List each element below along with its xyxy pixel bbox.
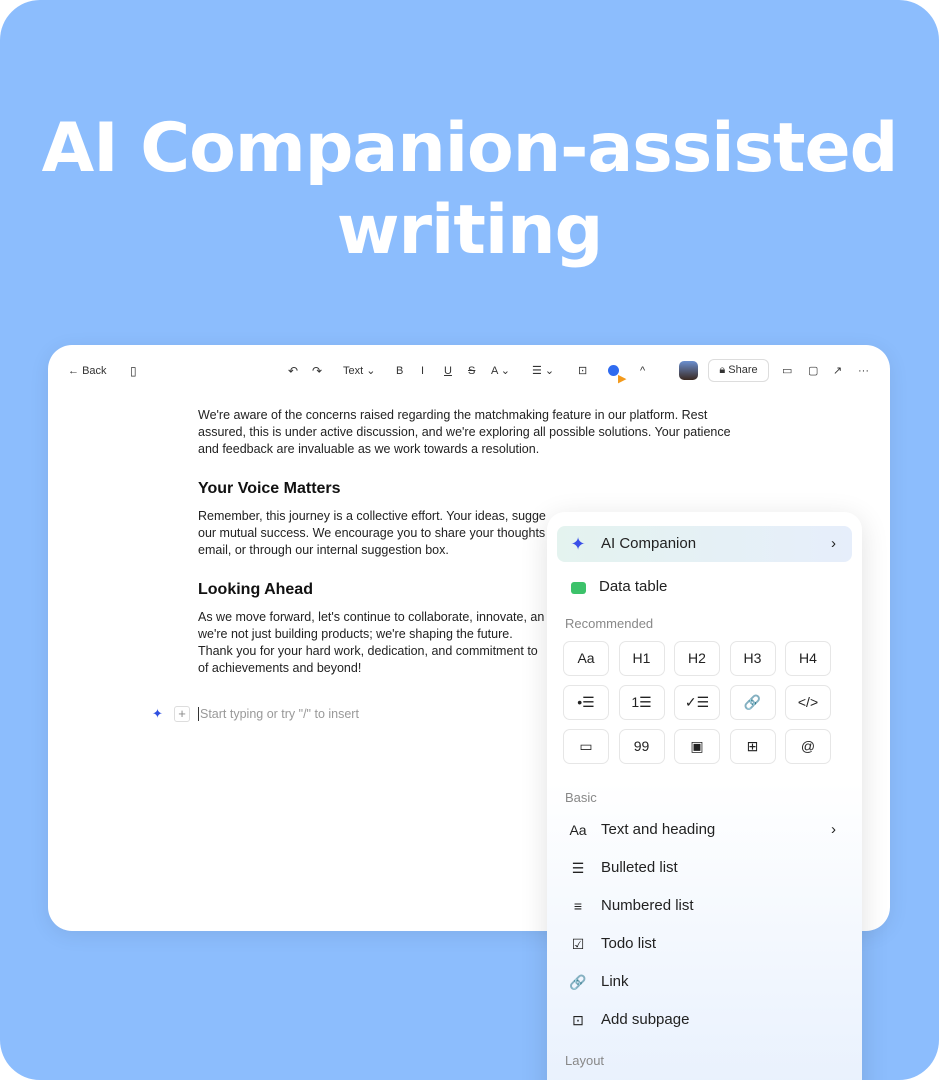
heading: Your Voice Matters	[198, 480, 341, 497]
align-icon[interactable]: ☰ ⌄	[532, 364, 554, 378]
title-line: writing	[336, 191, 604, 270]
sparkle-icon: ✦	[570, 534, 586, 554]
grid-item[interactable]: ▭	[563, 729, 609, 764]
grid-item[interactable]: H1	[618, 641, 665, 676]
chevron-right-icon: ›	[831, 535, 836, 552]
text-style-dropdown[interactable]: Text ⌄	[343, 364, 375, 378]
menu-item-basic[interactable]: ☰ Bulleted list	[557, 850, 852, 886]
menu-label: Numbered list	[601, 897, 694, 914]
menu-label: Data table	[599, 578, 668, 595]
data-table-icon	[567, 569, 589, 605]
item-icon: 🔗	[569, 974, 587, 990]
item-icon: ☑	[571, 936, 585, 952]
editor-placeholder[interactable]: Start typing or try "/" to insert	[198, 707, 359, 721]
menu-label: Bulleted list	[601, 859, 678, 876]
font-color-icon[interactable]: A ⌄	[491, 364, 510, 378]
menu-label: Text and heading	[601, 821, 716, 838]
grid-item[interactable]: H4	[785, 641, 831, 676]
ai-sparkle-icon[interactable]: ✦	[152, 706, 163, 722]
avatar[interactable]	[679, 361, 698, 380]
open-external-icon[interactable]: ↗	[833, 364, 842, 378]
grid-item[interactable]: </>	[785, 685, 831, 720]
grid-item[interactable]: @	[785, 729, 831, 764]
grid-item[interactable]: 1☰	[618, 685, 665, 720]
item-icon: Aa	[569, 822, 587, 838]
underline-icon[interactable]: U	[444, 364, 452, 378]
comment-add-icon[interactable]: ⊡	[578, 364, 587, 378]
grid-item[interactable]: 99	[618, 729, 665, 764]
menu-item-basic[interactable]: Aa Text and heading ›	[557, 812, 852, 848]
grid-item[interactable]: •☰	[563, 685, 609, 720]
menu-label: Link	[601, 973, 629, 990]
grid-item[interactable]: Aa	[563, 641, 609, 676]
grid-item[interactable]: H2	[674, 641, 720, 676]
grid-item[interactable]: ⊞	[729, 729, 776, 764]
video-icon[interactable]: ▭	[782, 364, 792, 378]
grid-item[interactable]: 🔗	[729, 685, 776, 720]
hero-title: AI Companion-assisted writing	[0, 108, 939, 272]
menu-item-basic[interactable]: ≡ Numbered list	[557, 888, 852, 924]
section-basic: Basic	[565, 790, 597, 805]
italic-icon[interactable]: I	[421, 364, 424, 378]
text-style-label: Text	[343, 365, 364, 377]
insert-plus-button[interactable]: +	[174, 706, 190, 722]
title-line: AI Companion-assisted	[41, 109, 899, 188]
share-label: Share	[728, 364, 758, 376]
item-icon: ☰	[571, 860, 585, 876]
back-label: Back	[82, 365, 107, 377]
menu-item-basic[interactable]: ⊡ Add subpage	[557, 1002, 852, 1038]
chat-icon[interactable]: ▢	[808, 364, 818, 378]
menu-item-ai-companion[interactable]: ✦ AI Companion ›	[557, 526, 852, 562]
menu-item-basic[interactable]: ☑ Todo list	[557, 926, 852, 962]
item-icon: ≡	[573, 898, 583, 914]
section-recommended: Recommended	[565, 616, 654, 631]
insert-menu: ✦ AI Companion › Data table Recommended Aa…	[547, 512, 862, 1080]
strikethrough-icon[interactable]: S	[468, 364, 475, 378]
menu-label: Todo list	[601, 935, 657, 952]
menu-item-basic[interactable]: 🔗 Link	[557, 964, 852, 1000]
lock-icon: 🔒︎	[719, 364, 726, 376]
section-layout: Layout	[565, 1053, 605, 1068]
item-icon: ⊡	[572, 1012, 584, 1028]
undo-icon[interactable]: ↶	[288, 364, 298, 378]
sidebar-icon[interactable]: ▯	[130, 364, 137, 378]
recommended-grid: Aa H1 H2 H3 H4 •☰ 1☰ ✓☰ 🔗 </> ▭ 99 ▣ ⊞ @	[563, 641, 831, 764]
menu-label: Add subpage	[601, 1011, 690, 1028]
back-button[interactable]: ← Back	[68, 364, 107, 378]
grid-item[interactable]: ▣	[674, 729, 720, 764]
menu-item-data-table[interactable]: Data table	[557, 569, 852, 605]
bold-icon[interactable]: B	[396, 364, 403, 378]
grid-item[interactable]: H3	[729, 641, 776, 676]
background: AI Companion-assisted writing ← Back ▯ ↶ …	[0, 0, 939, 1080]
grid-item[interactable]: ✓☰	[674, 685, 720, 720]
paragraph: We're aware of the concerns raised regar…	[198, 408, 731, 456]
cursor-icon: ▶	[618, 373, 627, 385]
toolbar: ← Back ▯ ↶ ↷ Text ⌄ B I U S A ⌄ ☰ ⌄ ⊡ ▶ …	[48, 359, 890, 385]
redo-icon[interactable]: ↷	[312, 364, 322, 378]
collapse-icon[interactable]: ^	[640, 364, 645, 378]
chevron-right-icon: ›	[831, 821, 836, 838]
menu-label: AI Companion	[601, 535, 697, 552]
more-icon[interactable]: ···	[858, 364, 869, 378]
share-button[interactable]: 🔒︎ Share	[708, 359, 769, 382]
